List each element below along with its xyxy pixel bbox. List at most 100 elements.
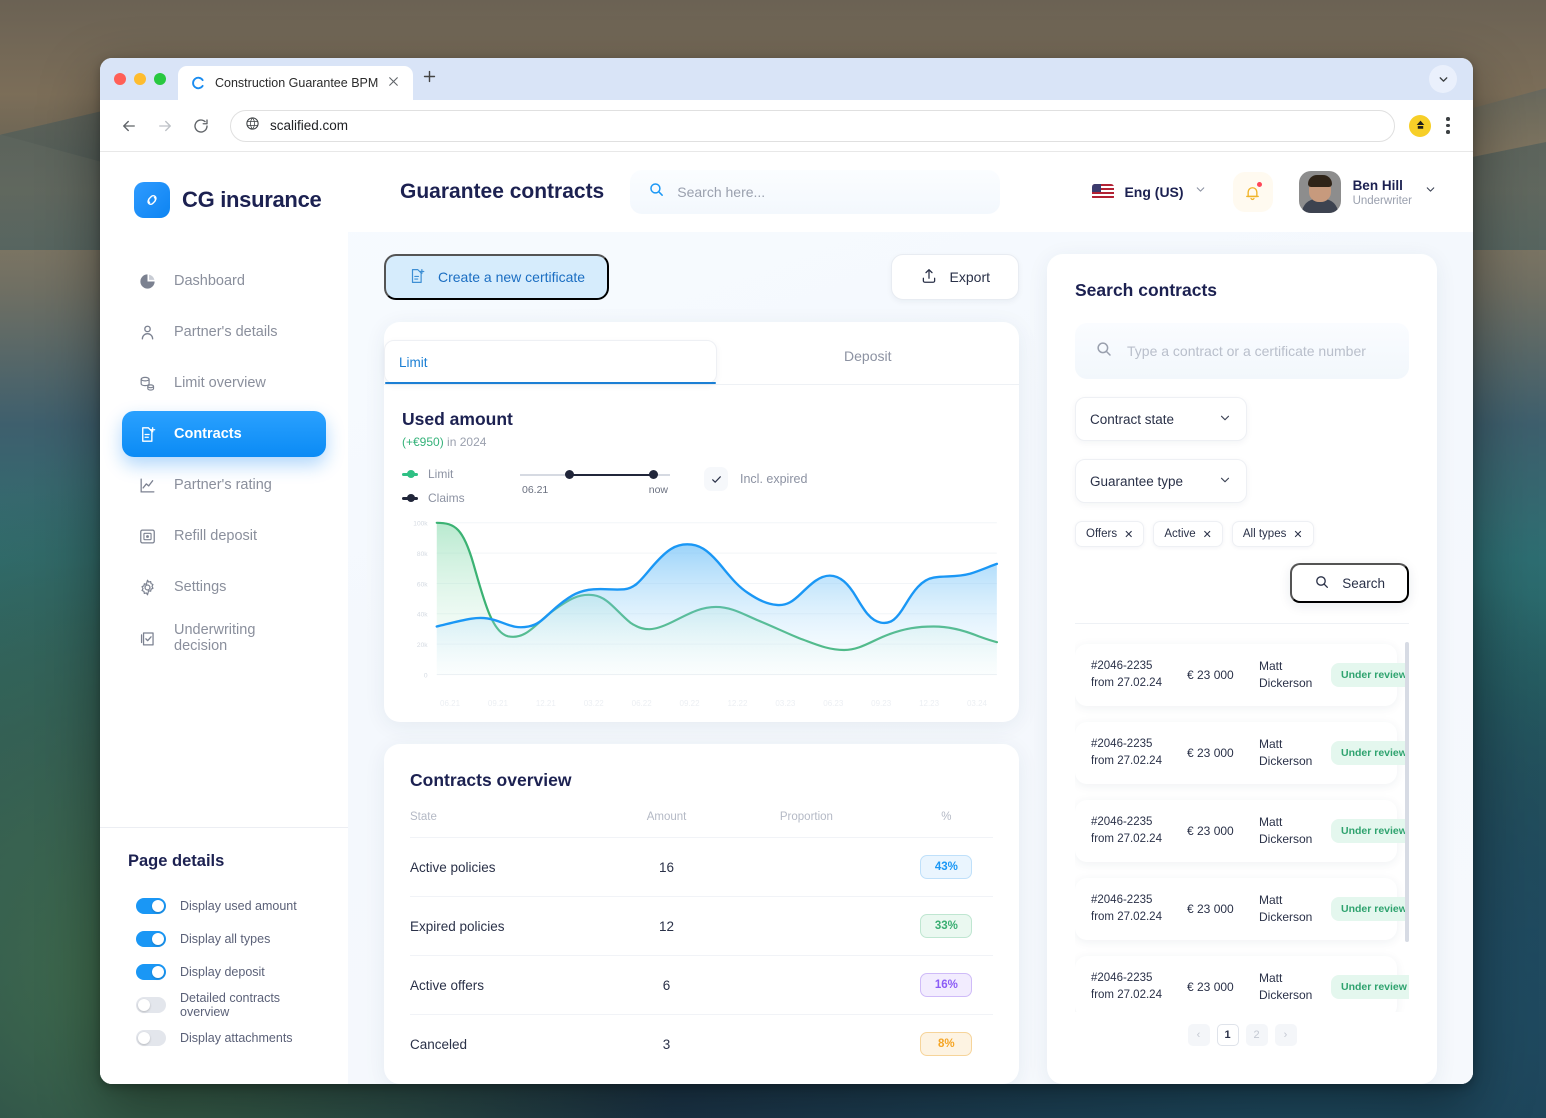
export-button[interactable]: Export (890, 254, 1019, 300)
contract-state-select[interactable]: Contract state (1075, 397, 1247, 441)
list-item[interactable]: #2046-2235 from 27.02.24 € 23 000 Matt D… (1075, 722, 1409, 784)
guarantee-type-select[interactable]: Guarantee type (1075, 459, 1247, 503)
new-tab-button[interactable] (421, 68, 449, 96)
back-button[interactable] (114, 111, 144, 141)
user-menu[interactable]: Ben Hill Underwriter (1298, 171, 1437, 213)
table-row[interactable]: Active policies 16 43% (410, 837, 993, 897)
legend-item-claims: Claims (402, 491, 520, 505)
incl-expired-checkbox[interactable]: Incl. expired (704, 467, 807, 491)
forward-button[interactable] (150, 111, 180, 141)
date-range-slider[interactable]: 06.21 now (520, 467, 670, 496)
contract-search-input[interactable]: Type a contract or a certificate number (1075, 323, 1409, 379)
sidebar-item-partners-details[interactable]: Partner's details (122, 309, 326, 355)
create-certificate-button[interactable]: Create a new certificate (384, 254, 610, 300)
notifications-button[interactable] (1232, 172, 1273, 212)
sidebar-item-partners-rating[interactable]: Partner's rating (122, 462, 326, 508)
remove-chip-icon[interactable]: ✕ (1124, 528, 1133, 541)
gear-icon (136, 576, 158, 598)
checkmark-icon (704, 467, 728, 491)
search-button[interactable]: Search (1290, 563, 1409, 603)
pagination-page-1[interactable]: 1 (1216, 1024, 1239, 1046)
list-scrollbar[interactable] (1405, 642, 1409, 942)
language-selector[interactable]: Eng (US) (1092, 183, 1206, 201)
site-info-icon[interactable] (245, 116, 260, 136)
table-header-row: State Amount Proportion % (410, 811, 993, 838)
toggle-detailed-contracts-overview[interactable] (136, 996, 166, 1013)
toggle-display-deposit[interactable] (136, 963, 166, 980)
status-badge: Under review (1331, 975, 1409, 999)
list-item[interactable]: #2046-2235 from 27.02.24 € 23 000 Matt D… (1075, 956, 1409, 1012)
global-search-input[interactable]: Search here... (630, 170, 1001, 214)
toggle-display-used-amount[interactable] (136, 897, 166, 914)
slider-handle-start[interactable] (565, 470, 574, 479)
pagination-next[interactable]: › (1274, 1024, 1297, 1046)
tab-deposit[interactable]: Deposit (717, 322, 1020, 384)
sidebar-item-settings[interactable]: Settings (122, 564, 326, 610)
extension-icon[interactable] (1409, 114, 1431, 137)
pie-chart-icon (136, 270, 158, 292)
cell-percent: 16% (900, 956, 993, 1015)
legend-marker-icon (402, 470, 418, 478)
reload-button[interactable] (186, 111, 216, 141)
chart-card: Limit Deposit Used amount (+€950) in 202… (384, 322, 1019, 722)
close-tab-icon[interactable] (387, 75, 403, 91)
chip-label: Active (1164, 528, 1196, 540)
table-row[interactable]: Expired policies 12 33% (410, 896, 993, 956)
safe-icon (136, 525, 158, 547)
search-contracts-title: Search contracts (1075, 280, 1218, 300)
sidebar-item-dashboard[interactable]: Dashboard (122, 258, 326, 304)
tab-limit[interactable]: Limit (384, 340, 717, 384)
browser-menu-button[interactable] (1437, 117, 1459, 134)
slider-track[interactable] (520, 470, 670, 480)
pagination-page-2[interactable]: 2 (1245, 1024, 1268, 1046)
close-window-button[interactable] (114, 73, 126, 85)
percent-badge: 43% (920, 855, 973, 879)
toggle-display-attachments[interactable] (136, 1029, 166, 1046)
minimize-window-button[interactable] (134, 73, 146, 85)
sidebar-item-refill-deposit[interactable]: Refill deposit (122, 513, 326, 559)
x-tick: 12.21 (535, 699, 556, 708)
chart-tabs: Limit Deposit (384, 322, 1019, 385)
list-item[interactable]: #2046-2235 from 27.02.24 € 23 000 Matt D… (1075, 878, 1409, 940)
sidebar-item-label: Dashboard (174, 273, 245, 289)
remove-chip-icon[interactable]: ✕ (1203, 528, 1212, 541)
maximize-window-button[interactable] (154, 73, 166, 85)
cell-proportion (713, 1015, 900, 1074)
slider-handle-end[interactable] (649, 470, 658, 479)
filter-chip-offers[interactable]: Offers ✕ (1075, 521, 1145, 547)
sidebar-item-contracts[interactable]: Contracts (122, 411, 326, 457)
search-icon (1095, 340, 1113, 363)
pagination-prev[interactable]: ‹ (1187, 1024, 1210, 1046)
list-item[interactable]: #2046-2235 from 27.02.24 € 23 000 Matt D… (1075, 800, 1409, 862)
sidebar-item-underwriting-decision[interactable]: Underwriting decision (122, 615, 326, 661)
chart-title: Used amount (402, 409, 513, 429)
main-area: Guarantee contracts Search here... Eng (… (348, 152, 1473, 1084)
app-root: CG insurance Dashboard Partner's details (100, 152, 1473, 1084)
remove-chip-icon[interactable]: ✕ (1293, 528, 1302, 541)
x-tick: 03.22 (583, 699, 604, 708)
cell-proportion (713, 956, 900, 1015)
address-bar[interactable]: scalified.com (230, 109, 1395, 142)
toggle-display-all-types[interactable] (136, 930, 166, 947)
sidebar-item-limit-overview[interactable]: Limit overview (122, 360, 326, 406)
svg-text:80k: 80k (417, 551, 428, 558)
contract-person: Matt Dickerson (1259, 892, 1313, 924)
cell-amount: 3 (662, 1036, 671, 1052)
browser-tab[interactable]: Construction Guarantee BPM (178, 66, 414, 100)
pagination: ‹ 1 2 › (1075, 1012, 1409, 1064)
coins-icon (136, 372, 158, 394)
filter-chip-active[interactable]: Active ✕ (1153, 521, 1223, 547)
contract-amount: € 23 000 (1187, 668, 1234, 682)
us-flag-icon (1092, 184, 1115, 200)
table-row[interactable]: Canceled 3 8% (410, 1014, 993, 1074)
table-row[interactable]: Active offers 6 16% (410, 955, 993, 1015)
x-tick: 09.21 (487, 699, 508, 708)
contract-person: Matt Dickerson (1259, 736, 1313, 768)
filter-chip-all-types[interactable]: All types ✕ (1231, 521, 1314, 547)
list-item[interactable]: #2046-2235 from 27.02.24 € 23 000 Matt D… (1075, 644, 1409, 706)
tab-list-chevron-icon[interactable] (1429, 65, 1457, 93)
page-detail-row: Display all types (128, 922, 326, 955)
brand-logo[interactable]: CG insurance (100, 174, 348, 226)
svg-text:60k: 60k (417, 581, 428, 588)
toggle-label: Display used amount (180, 898, 297, 913)
